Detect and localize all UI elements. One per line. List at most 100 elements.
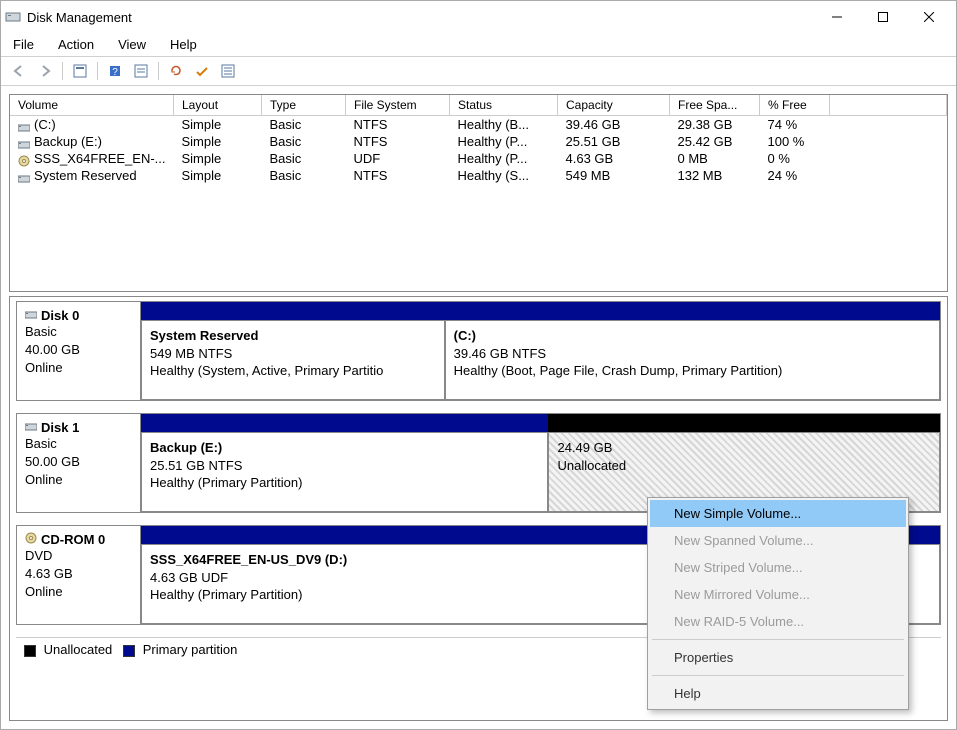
volume-status: Healthy (B...: [450, 116, 558, 134]
close-button[interactable]: [906, 3, 952, 31]
menu-view[interactable]: View: [114, 35, 150, 54]
volume-pctfree: 100 %: [760, 133, 830, 150]
context-menu-item: New Striped Volume...: [650, 554, 906, 581]
list-button[interactable]: [216, 60, 240, 82]
partition-status: Unallocated: [557, 457, 931, 475]
partition-title: System Reserved: [150, 327, 436, 345]
back-button[interactable]: [7, 60, 31, 82]
context-menu-item[interactable]: New Simple Volume...: [650, 500, 906, 527]
drive-icon: [18, 172, 30, 182]
volume-free: 132 MB: [670, 167, 760, 184]
disk-title: Disk 0: [41, 308, 79, 323]
settings-button[interactable]: [129, 60, 153, 82]
drive-icon: [25, 421, 37, 435]
volume-row[interactable]: Backup (E:)SimpleBasicNTFSHealthy (P...2…: [10, 133, 947, 150]
volume-row[interactable]: SSS_X64FREE_EN-...SimpleBasicUDFHealthy …: [10, 150, 947, 167]
volume-name: System Reserved: [34, 168, 137, 183]
partition-size: 25.51 GB NTFS: [150, 457, 539, 475]
volume-row[interactable]: System Reserved SimpleBasicNTFSHealthy (S…: [10, 167, 947, 184]
col-capacity[interactable]: Capacity: [558, 95, 670, 116]
context-menu-item[interactable]: Help: [650, 680, 906, 707]
volume-capacity: 549 MB: [558, 167, 670, 184]
volume-fs: NTFS: [346, 116, 450, 134]
help-button[interactable]: ?: [103, 60, 127, 82]
maximize-button[interactable]: [860, 3, 906, 31]
volume-layout: Simple: [174, 150, 262, 167]
volume-capacity: 25.51 GB: [558, 133, 670, 150]
volume-status: Healthy (S...: [450, 167, 558, 184]
col-free[interactable]: Free Spa...: [670, 95, 760, 116]
context-menu-item: New Spanned Volume...: [650, 527, 906, 554]
partition[interactable]: Backup (E:)25.51 GB NTFSHealthy (Primary…: [141, 432, 548, 512]
legend-label-primary: Primary partition: [143, 642, 238, 657]
drive-icon: [18, 121, 30, 131]
disk-label[interactable]: CD-ROM 0DVD4.63 GBOnline: [17, 526, 141, 624]
legend-swatch-unallocated: [24, 645, 36, 657]
col-volume[interactable]: Volume: [10, 95, 174, 116]
volume-status: Healthy (P...: [450, 150, 558, 167]
volume-list: Volume Layout Type File System Status Ca…: [9, 94, 948, 292]
menubar: File Action View Help: [1, 33, 956, 56]
disk-label[interactable]: Disk 1Basic50.00 GBOnline: [17, 414, 141, 512]
disk-size: 40.00 GB: [25, 341, 132, 359]
minimize-button[interactable]: [814, 3, 860, 31]
disc-icon: [18, 155, 30, 165]
partition-status: Healthy (Primary Partition): [150, 474, 539, 492]
disk-size: 50.00 GB: [25, 453, 132, 471]
disk-kind: DVD: [25, 547, 132, 565]
disc-icon: [25, 532, 37, 547]
legend-swatch-primary: [123, 645, 135, 657]
disk-title: Disk 1: [41, 420, 79, 435]
partition[interactable]: (C:)39.46 GB NTFSHealthy (Boot, Page Fil…: [445, 320, 940, 400]
commit-button[interactable]: [190, 60, 214, 82]
disk-header-bar: [141, 302, 940, 320]
disk-header-bar: [141, 414, 940, 432]
window-title: Disk Management: [27, 10, 814, 25]
drive-icon: [18, 138, 30, 148]
volume-row[interactable]: (C:)SimpleBasicNTFSHealthy (B...39.46 GB…: [10, 116, 947, 134]
partition[interactable]: System Reserved549 MB NTFSHealthy (Syste…: [141, 320, 445, 400]
volume-name: SSS_X64FREE_EN-...: [34, 151, 166, 166]
col-pctfree[interactable]: % Free: [760, 95, 830, 116]
partition-size: 549 MB NTFS: [150, 345, 436, 363]
col-type[interactable]: Type: [262, 95, 346, 116]
toolbar-separator: [62, 62, 63, 80]
volume-type: Basic: [262, 167, 346, 184]
context-menu-item: New RAID-5 Volume...: [650, 608, 906, 635]
context-menu-item[interactable]: Properties: [650, 644, 906, 671]
volume-fs: NTFS: [346, 167, 450, 184]
context-menu-separator: [652, 639, 904, 640]
disk-body: System Reserved549 MB NTFSHealthy (Syste…: [141, 320, 940, 400]
toolbar: ?: [1, 56, 956, 86]
partition-size: 39.46 GB NTFS: [454, 345, 931, 363]
partition-size: 24.49 GB: [557, 439, 931, 457]
disk-label[interactable]: Disk 0Basic40.00 GBOnline: [17, 302, 141, 400]
disk-state: Online: [25, 583, 132, 601]
volume-free: 0 MB: [670, 150, 760, 167]
partition-status: Healthy (System, Active, Primary Partiti…: [150, 362, 436, 380]
menu-action[interactable]: Action: [54, 35, 98, 54]
console-tree-button[interactable]: [68, 60, 92, 82]
legend-label-unallocated: Unallocated: [44, 642, 113, 657]
volume-layout: Simple: [174, 116, 262, 134]
context-menu: New Simple Volume...New Spanned Volume..…: [647, 497, 909, 710]
disk-kind: Basic: [25, 435, 132, 453]
volume-pctfree: 24 %: [760, 167, 830, 184]
col-status[interactable]: Status: [450, 95, 558, 116]
volume-layout: Simple: [174, 167, 262, 184]
volume-type: Basic: [262, 116, 346, 134]
menu-file[interactable]: File: [9, 35, 38, 54]
col-layout[interactable]: Layout: [174, 95, 262, 116]
volume-capacity: 4.63 GB: [558, 150, 670, 167]
col-fs[interactable]: File System: [346, 95, 450, 116]
disk-state: Online: [25, 471, 132, 489]
context-menu-separator: [652, 675, 904, 676]
refresh-button[interactable]: [164, 60, 188, 82]
forward-button[interactable]: [33, 60, 57, 82]
volume-name: (C:): [34, 117, 56, 132]
partition-title: Backup (E:): [150, 439, 539, 457]
volume-status: Healthy (P...: [450, 133, 558, 150]
app-icon: [5, 9, 21, 25]
menu-help[interactable]: Help: [166, 35, 201, 54]
disk-kind: Basic: [25, 323, 132, 341]
